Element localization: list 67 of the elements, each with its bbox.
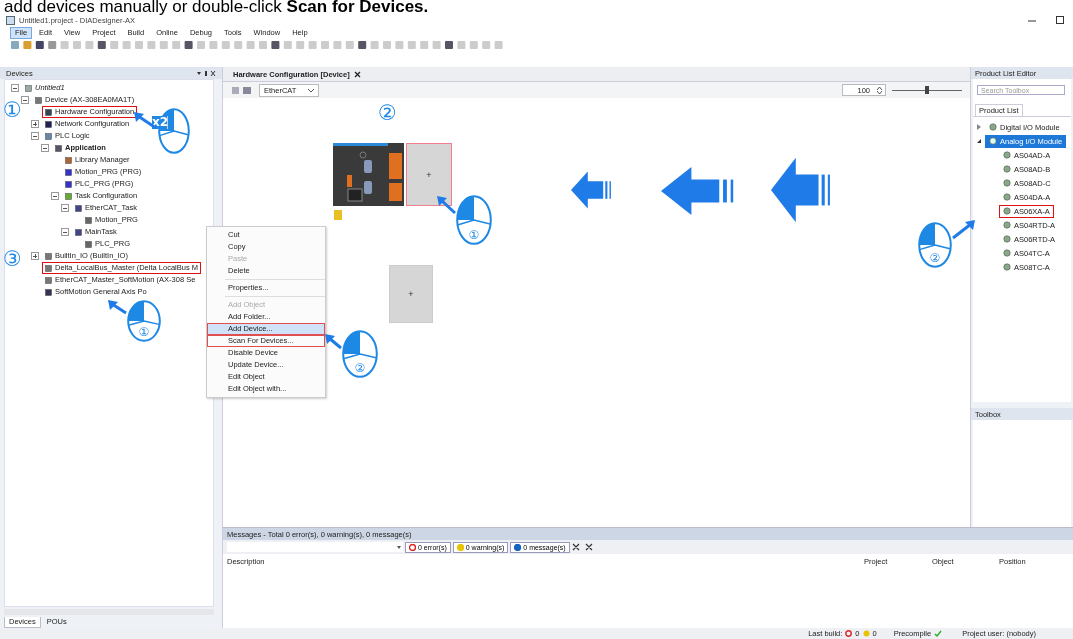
collapse-toggle[interactable] <box>61 204 69 212</box>
view-icon[interactable] <box>231 85 253 95</box>
expand-toggle[interactable] <box>977 124 981 130</box>
tree-node-icon <box>45 264 52 272</box>
mouse-click-icon <box>456 195 492 245</box>
collapse-toggle[interactable] <box>51 192 59 200</box>
plc-module-drawing[interactable] <box>333 143 404 206</box>
arrow-icon <box>953 220 975 238</box>
click-label: ② <box>928 252 942 265</box>
collapse-toggle[interactable] <box>41 144 49 152</box>
step-number: ③ <box>3 248 22 270</box>
error-icon <box>845 630 853 637</box>
tree-node-icon <box>45 288 52 296</box>
status-indicator-icon <box>334 210 342 220</box>
spinner-icon <box>876 85 883 95</box>
expand-toggle[interactable] <box>31 120 39 128</box>
error-icon <box>409 543 416 551</box>
collapse-toggle[interactable] <box>11 84 19 92</box>
empty-slot[interactable]: + <box>389 265 433 323</box>
tree-node-icon <box>45 132 52 140</box>
warning-icon <box>456 543 464 551</box>
tree-node-icon <box>55 144 62 152</box>
arrow-icon <box>108 300 126 313</box>
step-number: ① <box>3 99 22 121</box>
click-label: ② <box>353 362 367 375</box>
message-icon <box>514 543 522 551</box>
mouse-click-icon <box>342 330 378 378</box>
close-icon[interactable] <box>353 70 361 78</box>
tree-node-icon <box>65 180 72 188</box>
instruction-text: add devices manually or double-click Scan for Devices. <box>3 0 430 13</box>
tree-node-icon <box>45 120 52 128</box>
clear-icon[interactable] <box>571 543 594 551</box>
tree-node-icon <box>65 168 72 176</box>
arrow-icon <box>437 196 455 213</box>
tree-node-icon <box>75 204 82 212</box>
left-arrow-icon <box>771 155 833 225</box>
panel-controls-icon[interactable] <box>196 69 216 77</box>
slider-thumb[interactable] <box>925 86 929 94</box>
warning-icon <box>862 630 870 637</box>
mouse-click-icon <box>918 222 952 268</box>
collapse-toggle[interactable] <box>21 96 29 104</box>
tree-node-icon <box>65 156 72 164</box>
empty-slot[interactable]: + <box>406 143 452 206</box>
arrow-icon <box>325 334 341 348</box>
tree-node-icon <box>45 252 52 260</box>
caret-icon <box>395 543 403 551</box>
check-icon <box>934 630 943 637</box>
app-icon <box>6 15 15 25</box>
maximize-icon[interactable] <box>1055 15 1065 25</box>
left-arrow-icon <box>571 170 613 210</box>
expand-toggle[interactable] <box>31 252 39 260</box>
tree-node-icon <box>35 96 42 104</box>
tree-node-icon <box>45 276 52 284</box>
zoom-slider[interactable] <box>892 85 962 95</box>
tree-node-icon <box>75 228 82 236</box>
click-label: ① <box>137 326 151 339</box>
collapse-toggle[interactable] <box>61 228 69 236</box>
click-label: ① <box>467 229 481 242</box>
click-label: x2 <box>152 116 168 129</box>
tree-node-icon <box>85 216 92 224</box>
collapse-toggle[interactable] <box>977 139 981 143</box>
tree-node-icon <box>65 192 72 200</box>
step-number: ② <box>378 102 397 124</box>
collapse-toggle[interactable] <box>31 132 39 140</box>
tree-node-icon <box>85 240 92 248</box>
tree-node-icon <box>25 84 32 92</box>
tree-node-icon <box>45 108 52 116</box>
